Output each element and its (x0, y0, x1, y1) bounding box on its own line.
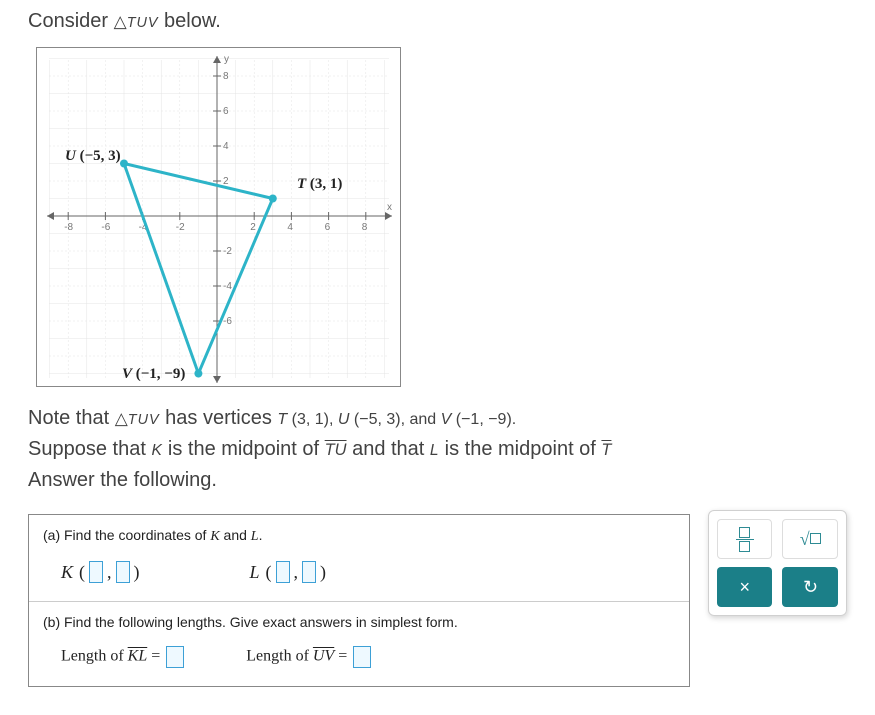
fraction-icon (736, 527, 754, 552)
point-label-V: V (−1, −9) (122, 366, 185, 383)
svg-text:-8: -8 (64, 222, 73, 233)
triangle-label: TUV (127, 15, 159, 31)
svg-text:-2: -2 (176, 222, 185, 233)
svg-text:-2: -2 (223, 246, 232, 257)
svg-text:-6: -6 (223, 316, 232, 327)
answer-form: (a) Find the coordinates of K and L. K (… (28, 514, 690, 687)
label-L: L (250, 562, 260, 583)
svg-text:8: 8 (223, 71, 229, 82)
coordinate-graph: y x -8-6-4-22468-6-4-22468 U (−5, 3) T (… (36, 47, 401, 387)
coord-input-L: L (,) (250, 561, 327, 583)
reset-icon: ↺ (803, 577, 818, 598)
svg-text:4: 4 (287, 222, 293, 233)
triangle-symbol: △ (114, 12, 127, 31)
segment-TU: TU (325, 441, 347, 459)
close-icon: × (739, 577, 750, 598)
input-length-UV[interactable] (353, 646, 371, 668)
fraction-button[interactable] (717, 519, 773, 559)
part-a-prompt: (a) Find the coordinates of K and L. (43, 527, 675, 545)
reset-button[interactable]: ↺ (782, 567, 838, 607)
input-L-x[interactable] (276, 561, 290, 583)
part-b: (b) Find the following lengths. Give exa… (29, 602, 689, 686)
x-axis-label: x (387, 202, 392, 213)
sqrt-icon: √ (800, 529, 821, 550)
input-L-y[interactable] (302, 561, 316, 583)
problem-text: Note that △TUV has vertices T (3, 1), U … (28, 403, 847, 496)
point-label-U: U (−5, 3) (65, 148, 121, 165)
coord-input-K: K (,) (61, 561, 140, 583)
tool-palette: √ × ↺ (708, 510, 847, 616)
svg-text:2: 2 (250, 222, 256, 233)
input-K-y[interactable] (116, 561, 130, 583)
svg-text:6: 6 (325, 222, 331, 233)
intro-text: Consider △TUV below. (28, 10, 847, 33)
svg-text:-6: -6 (101, 222, 110, 233)
svg-text:6: 6 (223, 106, 229, 117)
segment-TV: T (601, 441, 611, 459)
part-a: (a) Find the coordinates of K and L. K (… (29, 515, 689, 602)
svg-text:8: 8 (362, 222, 368, 233)
svg-text:-4: -4 (223, 281, 232, 292)
part-b-prompt: (b) Find the following lengths. Give exa… (43, 614, 675, 630)
length-UV: Length of UV = (246, 646, 373, 668)
sqrt-button[interactable]: √ (782, 519, 838, 559)
input-K-x[interactable] (89, 561, 103, 583)
svg-text:4: 4 (223, 141, 229, 152)
point-label-T: T (3, 1) (297, 176, 342, 193)
close-button[interactable]: × (717, 567, 773, 607)
svg-text:2: 2 (223, 176, 229, 187)
input-length-KL[interactable] (166, 646, 184, 668)
length-KL: Length of KL = (61, 646, 186, 668)
label-K: K (61, 562, 73, 583)
y-axis-label: y (224, 54, 229, 65)
